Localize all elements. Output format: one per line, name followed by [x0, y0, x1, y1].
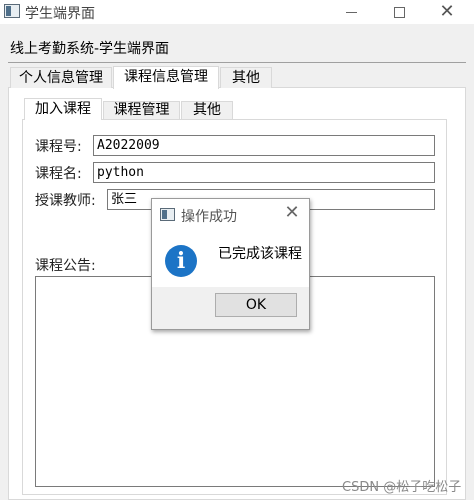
tab-inner-other[interactable]: 其他	[181, 101, 233, 119]
info-icon: i	[165, 245, 197, 277]
tab-course-manage[interactable]: 课程管理	[103, 101, 180, 119]
course-code-label: 课程号:	[35, 139, 82, 155]
tab-other[interactable]: 其他	[220, 67, 272, 88]
course-name-field[interactable]: python	[93, 162, 435, 183]
watermark: CSDN @松子吃松子	[342, 480, 462, 495]
close-icon[interactable]: ✕	[424, 0, 470, 24]
tab-join-course[interactable]: 加入课程	[24, 98, 102, 120]
dialog-app-icon	[160, 208, 175, 221]
dialog-close-icon[interactable]: ✕	[282, 202, 302, 223]
dialog-title: 操作成功	[181, 209, 237, 225]
divider	[8, 62, 466, 63]
page-title: 线上考勤系统-学生端界面	[10, 41, 170, 57]
tab-personal-info[interactable]: 个人信息管理	[10, 67, 112, 88]
course-notice-label: 课程公告:	[35, 258, 96, 274]
maximize-icon[interactable]	[376, 0, 422, 24]
minimize-icon[interactable]	[328, 0, 374, 24]
ok-button[interactable]: OK	[215, 293, 297, 317]
window-title: 学生端界面	[25, 6, 95, 22]
teacher-label: 授课教师:	[35, 193, 96, 209]
success-dialog: 操作成功 ✕ i 已完成该课程 OK	[151, 198, 310, 330]
course-name-label: 课程名:	[35, 166, 82, 182]
tab-course-info[interactable]: 课程信息管理	[113, 66, 219, 89]
app-icon	[4, 4, 20, 18]
course-code-field[interactable]: A2022009	[93, 135, 435, 156]
dialog-message: 已完成该课程	[218, 246, 302, 262]
